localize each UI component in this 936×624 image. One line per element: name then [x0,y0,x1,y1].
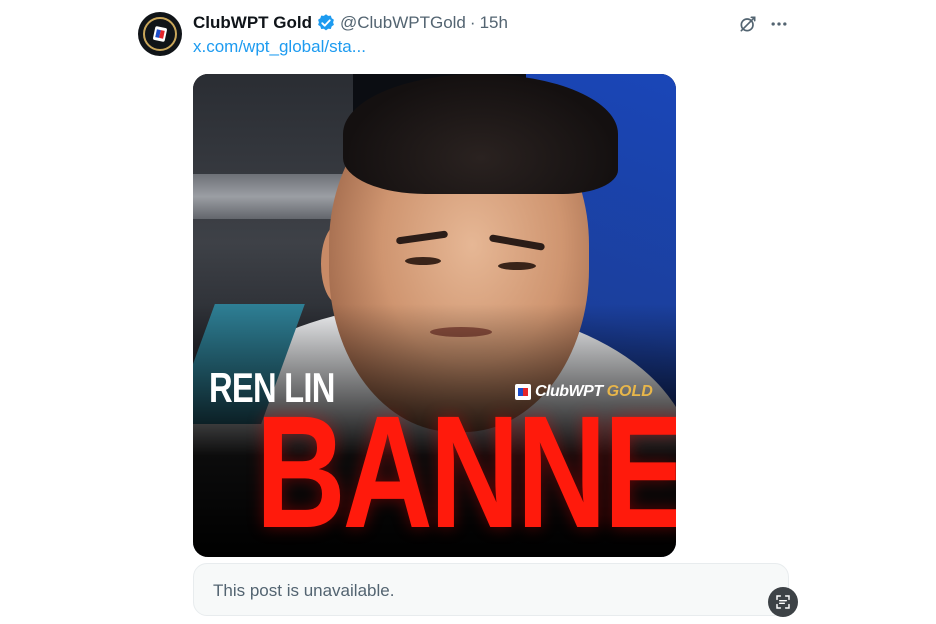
clubwpt-logo-icon [153,26,167,42]
handle[interactable]: @ClubWPTGold [340,13,466,33]
grok-icon[interactable] [737,13,759,35]
verified-badge-icon [316,13,336,33]
display-name[interactable]: ClubWPT Gold [193,13,312,33]
quoted-post[interactable]: This post is unavailable. [193,563,789,616]
image-headline: BANNED [255,382,676,557]
image-eye-left [405,257,441,265]
quoted-post-text: This post is unavailable. [213,581,395,600]
post-image[interactable]: REN LIN ClubWPT GOLD BANNED [193,74,676,557]
avatar[interactable] [138,12,182,56]
image-hair [343,74,618,194]
separator-dot: · [469,13,476,32]
post-header: ClubWPT Gold @ClubWPTGold · 15h [193,12,508,34]
post-link[interactable]: x.com/wpt_global/sta... [193,37,366,57]
timestamp[interactable]: 15h [480,13,508,33]
image-eye-right [498,262,536,270]
more-dots-icon[interactable] [768,13,790,35]
image-scan-icon[interactable] [768,587,798,617]
